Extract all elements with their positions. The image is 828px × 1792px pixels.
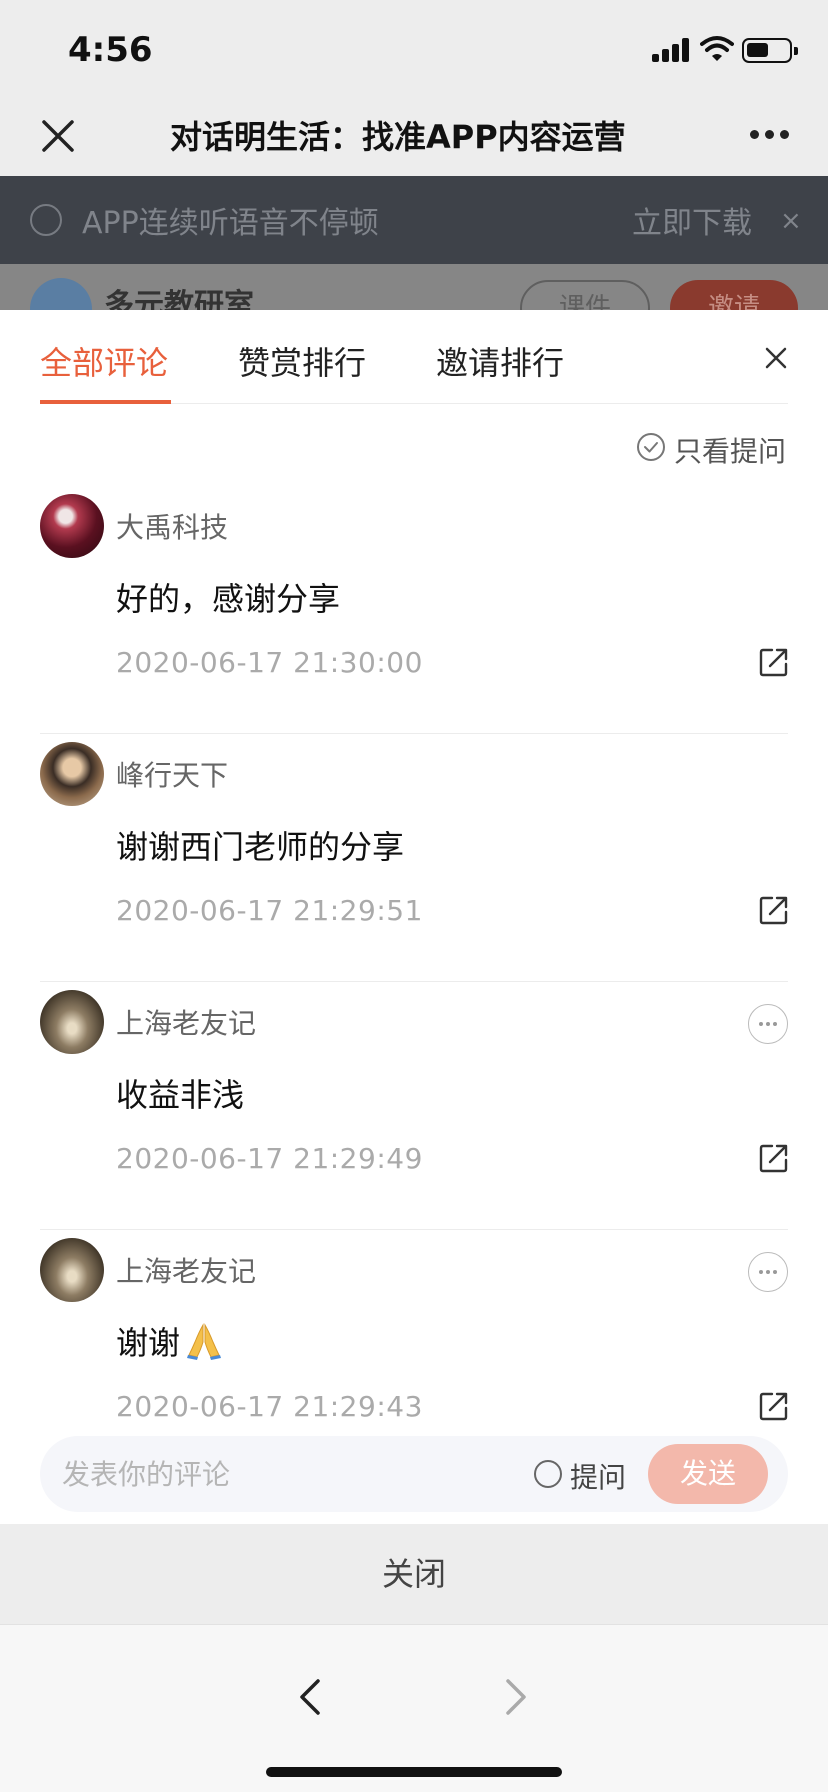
- comment-timestamp: 2020-06-17 21:29:49: [116, 1142, 423, 1175]
- home-indicator: [266, 1767, 562, 1777]
- status-bar: 4:56: [0, 0, 828, 96]
- comment-timestamp: 2020-06-17 21:30:00: [116, 646, 423, 679]
- comment-item: 大禹科技 好的，感谢分享 2020-06-17 21:30:00: [40, 486, 788, 734]
- tab-all-comments[interactable]: 全部评论: [40, 338, 168, 384]
- comment-content: 谢谢: [116, 1324, 181, 1362]
- avatar[interactable]: [40, 990, 104, 1054]
- comment-timestamp: 2020-06-17 21:29:43: [116, 1390, 423, 1423]
- filter-label: 只看提问: [674, 435, 787, 468]
- wifi-icon: [700, 36, 734, 61]
- comment-username[interactable]: 上海老友记: [116, 1002, 256, 1042]
- send-button[interactable]: 发送: [648, 1444, 768, 1504]
- active-tab-indicator: [40, 400, 171, 404]
- comment-item: 峰行天下 谢谢西门老师的分享 2020-06-17 21:29:51: [40, 734, 788, 982]
- comment-item: 上海老友记 收益非浅 2020-06-17 21:29:49: [40, 982, 788, 1230]
- channel-row: 多元教研室 课件 邀请: [0, 264, 828, 310]
- comment-timestamp: 2020-06-17 21:29:51: [116, 894, 423, 927]
- comment-content: 好的，感谢分享: [116, 580, 341, 618]
- channel-name: 多元教研室: [104, 288, 254, 310]
- page-title: 对话明生活：找准APP内容运营: [170, 112, 670, 158]
- tab-invite-ranking[interactable]: 邀请排行: [436, 338, 564, 384]
- comment-username[interactable]: 大禹科技: [116, 506, 228, 546]
- status-time: 4:56: [68, 30, 153, 70]
- ask-question-label[interactable]: 提问: [570, 1456, 626, 1496]
- sheet-close-icon[interactable]: [762, 344, 790, 372]
- comment-content: 谢谢西门老师的分享: [116, 828, 405, 866]
- download-link[interactable]: 立即下载: [632, 198, 752, 242]
- battery-icon: [742, 38, 798, 63]
- back-arrow-icon[interactable]: [296, 1677, 326, 1717]
- comment-composer: 提问 发送: [40, 1436, 788, 1512]
- comment-more-icon[interactable]: [748, 1004, 788, 1044]
- comment-more-icon[interactable]: [748, 1252, 788, 1292]
- banner-text: APP连续听语音不停顿: [82, 206, 379, 241]
- more-options-icon[interactable]: [750, 130, 790, 142]
- cellular-signal-icon: [652, 38, 692, 62]
- nav-bar: 对话明生活：找准APP内容运营: [0, 96, 828, 176]
- close-button[interactable]: 关闭: [0, 1524, 828, 1624]
- share-icon[interactable]: [758, 646, 790, 678]
- comments-sheet: 全部评论 赞赏排行 邀请排行 只看提问 大禹科技 好的，感谢分享 2020-06…: [0, 310, 828, 1524]
- background-page: APP连续听语音不停顿 立即下载 × 多元教研室 课件 邀请: [0, 176, 828, 310]
- comment-content-row: 谢谢: [116, 1318, 224, 1364]
- close-icon[interactable]: [36, 114, 80, 158]
- avatar[interactable]: [40, 494, 104, 558]
- close-label: 关闭: [381, 1555, 446, 1593]
- course-button[interactable]: 课件: [520, 280, 650, 310]
- share-icon[interactable]: [758, 1390, 790, 1422]
- tab-bar: 全部评论 赞赏排行 邀请排行: [40, 310, 788, 404]
- banner-close-icon[interactable]: ×: [780, 206, 802, 236]
- download-banner[interactable]: APP连续听语音不停顿 立即下载 ×: [0, 176, 828, 264]
- share-icon[interactable]: [758, 894, 790, 926]
- folded-hands-icon: [187, 1323, 222, 1360]
- channel-avatar: [30, 278, 92, 310]
- tab-reward-ranking[interactable]: 赞赏排行: [238, 338, 366, 384]
- forward-arrow-icon[interactable]: [500, 1677, 530, 1717]
- share-icon[interactable]: [758, 1142, 790, 1174]
- audio-icon: [30, 204, 62, 236]
- avatar[interactable]: [40, 742, 104, 806]
- check-circle-icon: [637, 433, 665, 461]
- comment-input[interactable]: [62, 1454, 502, 1494]
- ask-question-radio[interactable]: [534, 1460, 562, 1488]
- browser-bottom-nav: [0, 1624, 828, 1792]
- comment-content: 收益非浅: [116, 1076, 245, 1114]
- invite-button[interactable]: 邀请: [670, 280, 798, 310]
- comment-username[interactable]: 上海老友记: [116, 1250, 256, 1290]
- comment-username[interactable]: 峰行天下: [116, 754, 228, 794]
- avatar[interactable]: [40, 1238, 104, 1302]
